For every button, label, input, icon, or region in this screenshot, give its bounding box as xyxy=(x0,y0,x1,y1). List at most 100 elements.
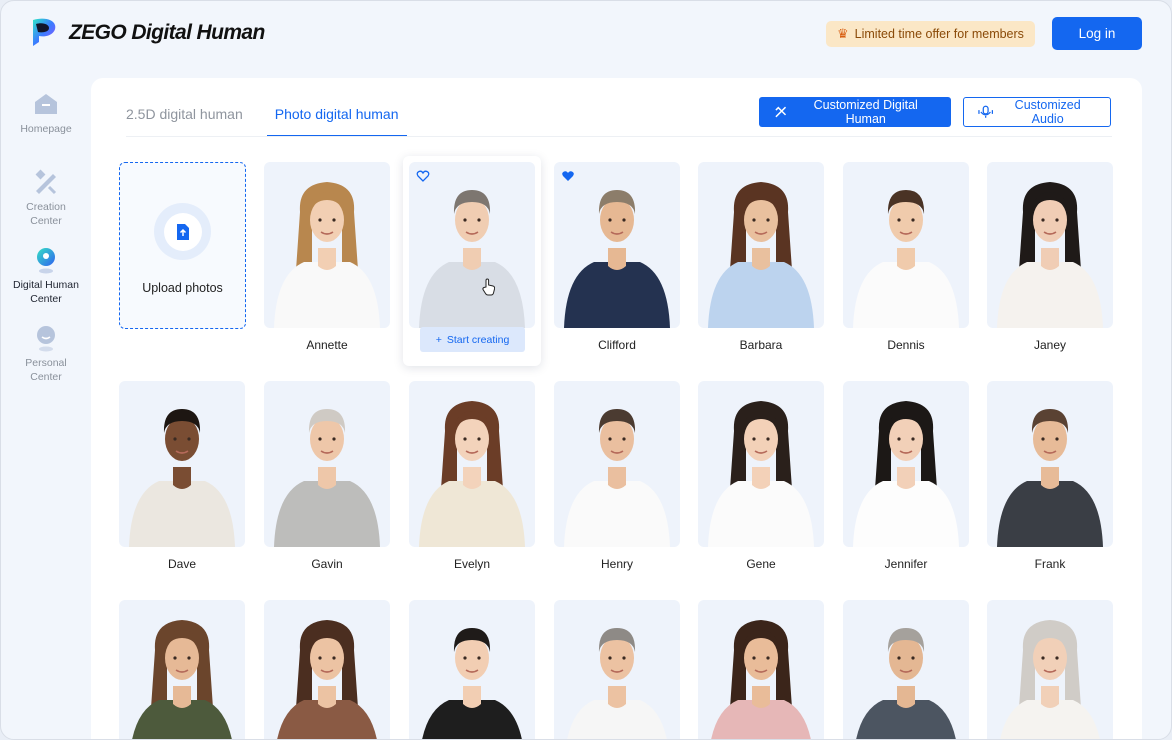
digital-human-card[interactable]: Gene xyxy=(698,381,824,571)
digital-human-card[interactable]: Dave xyxy=(119,381,245,571)
portrait-figure xyxy=(564,190,670,328)
digital-human-name: Dave xyxy=(167,557,196,571)
digital-human-name: Frank xyxy=(1034,557,1066,571)
digital-human-name: Annette xyxy=(306,338,348,352)
tab-bar: 2.5D digital human Photo digital human xyxy=(126,78,407,137)
digital-human-name: Gavin xyxy=(311,557,343,571)
start-creating-button[interactable]: + Start creating xyxy=(420,327,525,352)
portrait-figure xyxy=(129,409,235,547)
tab-photo-digital-human[interactable]: Photo digital human xyxy=(266,78,407,137)
favorite-outline-icon[interactable] xyxy=(416,169,430,183)
logo[interactable]: ZEGO Digital Human xyxy=(27,16,265,50)
portrait-figure xyxy=(277,620,377,739)
digital-human-photo xyxy=(119,600,245,739)
digital-human-photo xyxy=(987,381,1113,547)
digital-human-photo xyxy=(843,600,969,739)
favorite-filled-icon[interactable] xyxy=(561,169,575,183)
members-offer-badge[interactable]: ♛ Limited time offer for members xyxy=(826,21,1035,47)
digital-human-card[interactable]: Clifford xyxy=(554,162,680,352)
upload-photos-label: Upload photos xyxy=(142,281,223,295)
user-icon xyxy=(37,326,55,352)
digital-human-photo xyxy=(554,600,680,739)
customized-audio-button[interactable]: Customized Audio xyxy=(963,97,1111,127)
digital-human-card[interactable] xyxy=(409,600,535,739)
zego-logo-icon xyxy=(33,18,56,46)
sidebar-item-homepage[interactable]: Homepage xyxy=(1,89,91,137)
sidebar-item-digital-human-center[interactable]: Digital Human Center xyxy=(1,245,91,306)
upload-photos-card[interactable]: Upload photos xyxy=(119,162,246,329)
digital-human-card[interactable]: Henry xyxy=(554,381,680,571)
portrait-figure xyxy=(422,628,522,739)
digital-human-card[interactable] xyxy=(119,600,245,739)
digital-human-photo xyxy=(698,600,824,739)
upload-icon-inner xyxy=(163,212,202,251)
creation-icon xyxy=(35,169,57,195)
digital-human-name: Evelyn xyxy=(453,557,491,571)
digital-human-card[interactable]: Annette xyxy=(264,162,390,352)
digital-human-photo xyxy=(554,381,680,547)
portrait-figure xyxy=(274,409,380,547)
portrait-figure xyxy=(419,401,525,547)
upload-file-icon xyxy=(176,223,189,240)
customized-audio-label: Customized Audio xyxy=(1014,98,1081,126)
portrait-figure xyxy=(1000,620,1100,739)
portrait-figure xyxy=(419,190,525,328)
digital-human-card[interactable] xyxy=(698,600,824,739)
crown-icon: ♛ xyxy=(837,26,849,41)
portrait-figure xyxy=(856,628,956,739)
digital-human-card[interactable]: Evelyn xyxy=(409,381,535,571)
digital-human-card[interactable]: Jennifer xyxy=(843,381,969,571)
digital-human-card[interactable]: + Start creating xyxy=(403,156,541,366)
digital-human-photo xyxy=(987,600,1113,739)
digital-human-card[interactable]: Dennis xyxy=(843,162,969,352)
digital-human-icon xyxy=(37,248,55,274)
microphone-icon xyxy=(978,105,994,118)
sidebar-item-label: Personal Center xyxy=(25,357,67,383)
digital-human-card[interactable] xyxy=(987,600,1113,739)
digital-human-photo xyxy=(987,162,1113,328)
digital-human-photo xyxy=(843,162,969,328)
customized-digital-human-label: Customized Digital Human xyxy=(813,98,918,126)
sidebar-item-label: Creation Center xyxy=(26,201,66,227)
upload-icon-ring xyxy=(154,203,211,260)
sidebar-item-personal-center[interactable]: Personal Center xyxy=(1,323,91,384)
digital-human-edit-icon xyxy=(775,106,787,118)
portrait-figure xyxy=(853,401,959,547)
digital-human-photo xyxy=(554,162,680,328)
app-window: ZEGO Digital Human ♛ Limited time offer … xyxy=(0,0,1172,740)
digital-human-name: Janey xyxy=(1033,338,1067,352)
digital-human-card[interactable]: Barbara xyxy=(698,162,824,352)
digital-human-card[interactable] xyxy=(554,600,680,739)
digital-human-name: Dennis xyxy=(887,338,925,352)
sidebar-item-label: Homepage xyxy=(20,123,72,135)
digital-human-photo xyxy=(409,162,535,328)
sidebar-item-creation-center[interactable]: Creation Center xyxy=(1,167,91,228)
digital-human-name: Barbara xyxy=(739,338,783,352)
digital-human-card[interactable] xyxy=(843,600,969,739)
portrait-figure xyxy=(997,182,1103,328)
sidebar-item-label: Digital Human Center xyxy=(13,279,79,305)
digital-human-card[interactable]: Janey xyxy=(987,162,1113,352)
digital-human-photo xyxy=(264,600,390,739)
tab-2-5d-digital-human[interactable]: 2.5D digital human xyxy=(126,78,243,137)
hand-cursor-icon xyxy=(481,278,497,296)
digital-human-card[interactable]: Gavin xyxy=(264,381,390,571)
plus-icon: + xyxy=(435,333,442,346)
tab-divider xyxy=(126,136,1112,137)
offer-label: Limited time offer for members xyxy=(854,27,1024,41)
digital-human-photo xyxy=(264,162,390,328)
digital-human-card[interactable]: Frank xyxy=(987,381,1113,571)
digital-human-card[interactable] xyxy=(264,600,390,739)
digital-human-name: Henry xyxy=(600,557,633,571)
portrait-figure xyxy=(567,628,667,739)
customized-digital-human-button[interactable]: Customized Digital Human xyxy=(759,97,951,127)
portrait-figure xyxy=(274,182,380,328)
portrait-figure xyxy=(132,620,232,739)
digital-human-photo xyxy=(409,600,535,739)
portrait-figure xyxy=(564,409,670,547)
login-button[interactable]: Log in xyxy=(1052,17,1142,50)
digital-human-photo xyxy=(698,381,824,547)
digital-human-photo xyxy=(264,381,390,547)
portrait-figure xyxy=(853,190,959,328)
digital-human-name: Clifford xyxy=(598,338,636,352)
